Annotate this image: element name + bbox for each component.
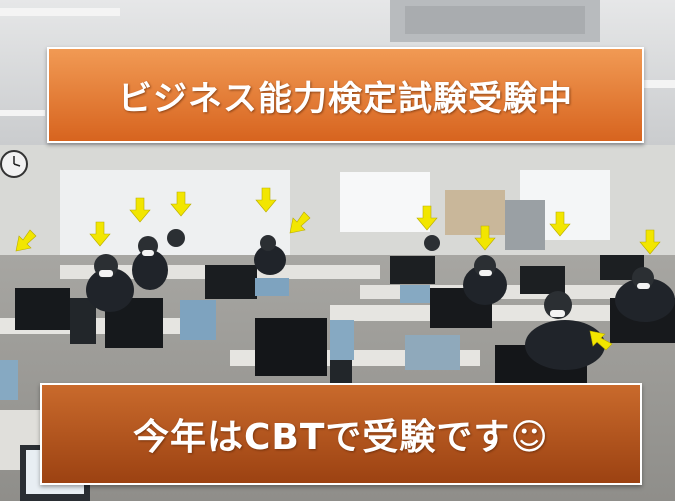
- exam-format-text: 今年はCBTで受験です☺: [133, 417, 549, 458]
- event-title-text: ビジネス能力検定試験受験中: [118, 78, 573, 119]
- exam-format-banner: 今年はCBTで受験です☺: [40, 383, 642, 485]
- event-title-banner: ビジネス能力検定試験受験中: [47, 47, 644, 143]
